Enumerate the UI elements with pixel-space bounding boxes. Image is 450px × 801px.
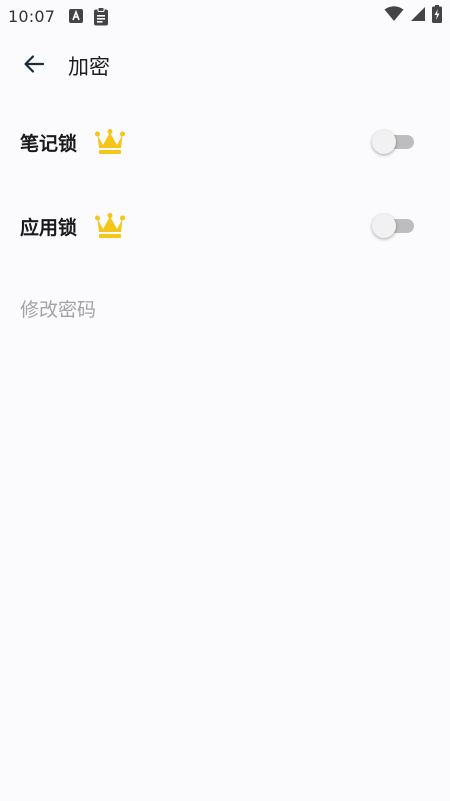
note-lock-label: 笔记锁: [20, 132, 78, 155]
wifi-icon: [384, 6, 404, 26]
note-lock-row[interactable]: 笔记锁: [0, 110, 450, 174]
switch-thumb: [372, 130, 396, 154]
arrow-left-icon: [23, 53, 45, 79]
page-title: 加密: [68, 55, 110, 79]
change-password-item[interactable]: 修改密码: [20, 290, 96, 326]
status-time: 10:07: [8, 6, 56, 26]
back-button[interactable]: [6, 40, 62, 92]
app-lock-row[interactable]: 应用锁: [0, 194, 450, 258]
app-bar: 加密: [0, 40, 450, 92]
crown-icon: [95, 129, 126, 155]
clipboard-icon: [93, 6, 109, 26]
status-right-group: [384, 5, 442, 27]
app-lock-label: 应用锁: [20, 216, 78, 239]
app-lock-switch[interactable]: [372, 212, 416, 240]
a-notification-icon: [69, 9, 84, 23]
status-bar: 10:07: [0, 0, 450, 32]
battery-charging-icon: [432, 5, 442, 27]
note-lock-switch[interactable]: [372, 128, 416, 156]
switch-thumb: [372, 214, 396, 238]
crown-icon: [95, 213, 126, 239]
change-password-label: 修改密码: [20, 298, 97, 321]
cell-signal-icon: [410, 6, 426, 26]
screen: 10:07 加密 笔记锁 应用锁 修改密码: [0, 0, 450, 801]
